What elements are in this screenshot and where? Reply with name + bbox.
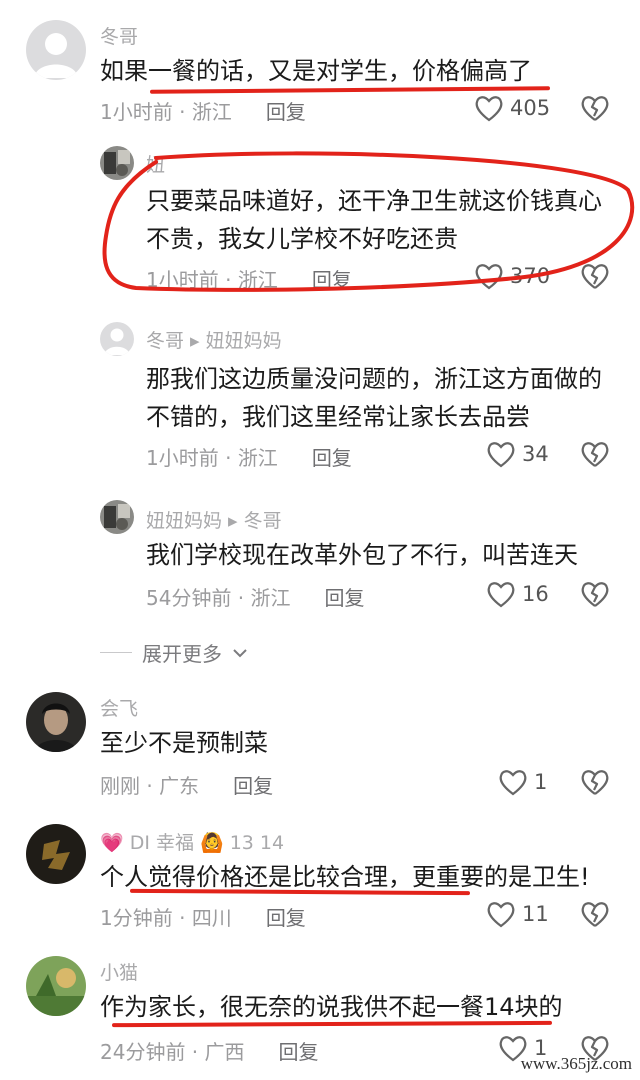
like-count: 405 [510, 96, 551, 120]
dislike-button[interactable] [580, 900, 610, 928]
comment-location: 浙江 [250, 586, 291, 610]
broken-heart-icon [581, 770, 609, 795]
comment-location: 广东 [159, 774, 200, 798]
divider-line [100, 652, 132, 653]
comment-text: 不错的，我们这里经常让家长去品尝 [146, 403, 530, 431]
chevron-down-icon [233, 648, 247, 657]
comment-meta: 刚刚 · 广东 回复 [100, 774, 274, 798]
like-count: 16 [522, 582, 549, 606]
heart-icon [498, 768, 528, 796]
comment-meta: 1分钟前 · 四川 回复 [100, 906, 306, 930]
portrait-avatar-icon [26, 692, 86, 752]
dislike-button[interactable] [580, 94, 610, 122]
broken-heart-icon [581, 442, 609, 467]
broken-heart-icon [581, 582, 609, 607]
default-avatar-icon [100, 322, 134, 356]
comment-time: 54分钟前 [146, 586, 232, 610]
comment-location: 四川 [191, 906, 232, 930]
like-count: 34 [522, 442, 549, 466]
reply-button[interactable]: 回复 [312, 446, 352, 470]
avatar[interactable] [26, 824, 86, 884]
comment-username[interactable]: 💗 ⅮⅠ 幸福 🙆 13 14 [100, 828, 284, 855]
photo-avatar-icon [100, 500, 134, 534]
red-circle-annotation [102, 151, 635, 292]
comment-username[interactable]: 冬哥 ▸ 妞妞妈妈 [146, 326, 282, 353]
comment-meta: 1小时前 · 浙江 回复 [100, 100, 306, 124]
dislike-button[interactable] [580, 580, 610, 608]
comment-meta: 54分钟前 · 浙江 回复 [146, 586, 365, 610]
like-count: 11 [522, 902, 549, 926]
like-button[interactable]: 405 [474, 94, 550, 122]
avatar[interactable] [26, 692, 86, 752]
like-button[interactable]: 1 [498, 768, 547, 796]
avatar[interactable] [26, 956, 86, 1016]
reply-button[interactable]: 回复 [325, 586, 365, 610]
avatar[interactable] [100, 500, 134, 534]
comment-text: 至少不是预制菜 [100, 729, 268, 757]
comment-time: 24分钟前 [100, 1040, 186, 1064]
comment-text: 那我们这边质量没问题的，浙江这方面做的 [146, 365, 602, 393]
avatar[interactable] [26, 20, 86, 80]
reply-button[interactable]: 回复 [279, 1040, 319, 1064]
comment-username[interactable]: 会飞 [100, 694, 138, 721]
reply-button[interactable]: 回复 [233, 774, 273, 798]
comment-time: 1分钟前 [100, 906, 173, 930]
like-button[interactable]: 11 [486, 900, 549, 928]
comment-location: 浙江 [237, 446, 278, 470]
avatar[interactable] [100, 322, 134, 356]
comment-time: 1小时前 [100, 100, 173, 124]
reply-button[interactable]: 回复 [266, 906, 306, 930]
comment-username[interactable]: 妞妞妈妈 ▸ 冬哥 [146, 506, 282, 533]
expand-more-button[interactable]: 展开更多 [100, 638, 248, 667]
comment-location: 浙江 [191, 100, 232, 124]
comment-text: 我们学校现在改革外包了不行，叫苦连天 [146, 541, 578, 569]
comment-time: 刚刚 [100, 774, 140, 798]
heart-icon [486, 900, 516, 928]
dislike-button[interactable] [580, 768, 610, 796]
heart-icon [486, 440, 516, 468]
like-button[interactable]: 34 [486, 440, 549, 468]
reply-button[interactable]: 回复 [266, 100, 306, 124]
heart-icon [474, 94, 504, 122]
comment-time: 1小时前 [146, 446, 219, 470]
like-count: 1 [534, 770, 548, 794]
like-button[interactable]: 16 [486, 580, 549, 608]
dislike-button[interactable] [580, 440, 610, 468]
heart-icon [486, 580, 516, 608]
nature-avatar-icon [26, 956, 86, 1016]
dark-avatar-icon [26, 824, 86, 884]
comment-username[interactable]: 冬哥 [100, 22, 138, 49]
comment-meta: 24分钟前 · 广西 回复 [100, 1040, 319, 1064]
comment-meta: 1小时前 · 浙江 回复 [146, 446, 352, 470]
expand-more-label: 展开更多 [142, 642, 222, 666]
comment-username[interactable]: 小猫 [100, 958, 138, 985]
comment-text: 如果一餐的话，又是对学生，价格偏高了 [100, 57, 532, 85]
broken-heart-icon [581, 902, 609, 927]
default-avatar-icon [26, 20, 86, 80]
comment-location: 广西 [204, 1040, 245, 1064]
watermark: www.365jz.com [520, 1054, 632, 1073]
broken-heart-icon [581, 96, 609, 121]
